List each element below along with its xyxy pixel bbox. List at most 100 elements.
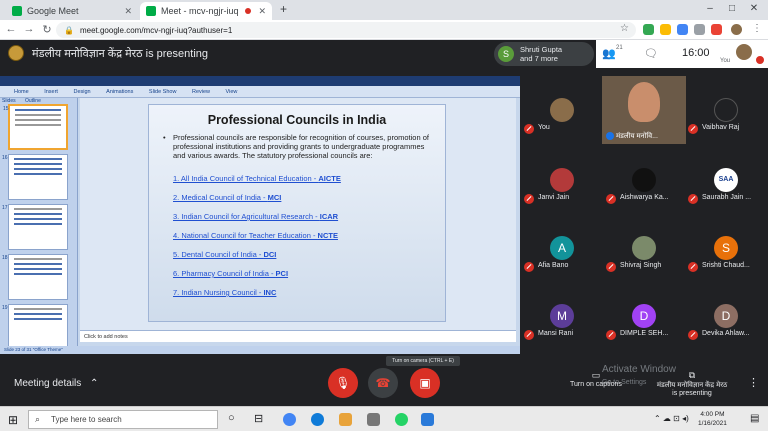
participant-avatar: D <box>714 304 738 328</box>
captions-button[interactable]: ▭ Turn on captions <box>570 370 622 388</box>
presenting-label: is presenting <box>672 390 712 397</box>
meeting-details-button[interactable]: Meeting details ⌃ <box>14 378 98 389</box>
participant-avatar: S <box>714 236 738 260</box>
address-bar[interactable]: 🔒 meet.google.com/mcv-ngjr-iuq?authuser=… <box>56 22 636 38</box>
tab-meet-active[interactable]: Meet - mcv-ngjr-iuq ✕ <box>140 2 272 20</box>
council-item[interactable]: 4. National Council for Teacher Educatio… <box>173 231 431 240</box>
mic-off-icon <box>524 330 534 340</box>
mic-toggle-button[interactable]: 🎙 <box>328 368 358 398</box>
extension-1-icon[interactable] <box>643 24 654 35</box>
minimize-icon[interactable]: – <box>700 3 720 14</box>
council-item[interactable]: 1. All India Council of Technical Educat… <box>173 174 431 183</box>
participant-avatar <box>714 98 738 122</box>
captions-icon: ▭ <box>591 370 601 380</box>
participant-tile[interactable]: Aishwarya Ka... <box>602 166 688 204</box>
cortana-icon[interactable]: ○ <box>228 412 235 424</box>
back-icon[interactable]: ← <box>4 23 18 35</box>
system-tray-icons[interactable]: ⌃ ☁ ⊡ ◂) <box>654 414 689 423</box>
clock-date: 1/16/2021 <box>698 420 727 427</box>
participant-avatar: M <box>550 304 574 328</box>
participant-name: Janvi Jain <box>538 194 570 201</box>
profile-avatar[interactable] <box>731 24 742 35</box>
ribbon-tab[interactable]: Home <box>14 86 29 98</box>
people-icon[interactable]: 👥 <box>602 47 616 60</box>
tab-google-meet[interactable]: Google Meet ✕ <box>6 2 138 20</box>
council-item[interactable]: 5. Dental Council of India - DCI <box>173 250 431 259</box>
bookmark-star-icon[interactable]: ☆ <box>620 23 629 34</box>
ribbon-tab[interactable]: Insert <box>44 86 58 98</box>
extension-2-icon[interactable] <box>660 24 671 35</box>
file-explorer-icon[interactable] <box>339 413 352 426</box>
ribbon-tab[interactable]: Design <box>74 86 91 98</box>
participant-tile[interactable]: You <box>520 96 606 134</box>
more-options-icon[interactable]: ⋮ <box>748 376 759 389</box>
extension-3-icon[interactable] <box>677 24 688 35</box>
participant-tile[interactable]: D DIMPLE SEH... <box>602 302 688 340</box>
mail-app-icon[interactable] <box>421 413 434 426</box>
participants-chip[interactable]: S Shruti Gupta and 7 more <box>494 42 594 66</box>
slide-thumbnail[interactable]: 16 <box>2 154 68 200</box>
slide-thumbnail[interactable]: 15 <box>3 104 68 150</box>
whatsapp-app-icon[interactable] <box>395 413 408 426</box>
chat-icon[interactable]: 🗨 <box>644 47 658 60</box>
extension-5-icon[interactable] <box>711 24 722 35</box>
presenter-video-tile[interactable]: मंडलीय मनोवि... <box>602 76 686 144</box>
ribbon-tab[interactable]: Review <box>192 86 210 98</box>
lock-icon: 🔒 <box>64 25 74 35</box>
leave-call-button[interactable]: ☎ <box>368 368 398 398</box>
notes-pane[interactable]: Click to add notes <box>80 330 516 342</box>
slide-thumbnail[interactable]: 19 <box>2 304 68 350</box>
tile-name: मंडलीय मनोवि... <box>616 133 658 140</box>
meeting-clock: 16:00 <box>682 47 710 59</box>
store-app-icon[interactable] <box>367 413 380 426</box>
reload-icon[interactable]: ↻ <box>40 23 54 36</box>
edge-app-icon[interactable] <box>311 413 324 426</box>
notifications-icon[interactable]: ▤ <box>750 413 759 424</box>
ppt-status-bar: Slide 23 of 31 "Office Theme" <box>0 346 520 354</box>
participant-tile[interactable]: Shivraj Singh <box>602 234 688 272</box>
council-item[interactable]: 2. Medical Council of India - MCI <box>173 193 431 202</box>
participant-avatar: D <box>632 304 656 328</box>
ppt-title-bar <box>0 76 520 86</box>
menu-dots-icon[interactable]: ⋮ <box>752 23 762 34</box>
mic-off-icon <box>688 194 698 204</box>
close-tab-icon[interactable]: ✕ <box>258 6 266 17</box>
council-item[interactable]: 7. Indian Nursing Council - INC <box>173 288 431 297</box>
council-item[interactable]: 3. Indian Council for Agricultural Resea… <box>173 212 431 221</box>
chrome-app-icon[interactable] <box>283 413 296 426</box>
extension-4-icon[interactable] <box>694 24 705 35</box>
participant-tile[interactable]: S Srishti Chaud... <box>684 234 768 272</box>
ribbon-tab[interactable]: View <box>226 86 238 98</box>
clock-time: 4:00 PM <box>700 411 725 418</box>
council-item[interactable]: 6. Pharmacy Council of India - PCI <box>173 269 431 278</box>
participant-name: You <box>538 124 550 131</box>
maximize-icon[interactable]: □ <box>722 3 742 14</box>
participant-tile[interactable]: M Mansi Rani <box>520 302 606 340</box>
present-now-button[interactable]: ⧉ मंडलीय मनोविज्ञान केंद्र मेरठ is prese… <box>650 370 734 397</box>
participant-name: Vaibhav Raj <box>702 124 740 131</box>
presenter-video <box>628 82 660 122</box>
ribbon-tab[interactable]: Animations <box>106 86 133 98</box>
slide-title: Professional Councils in India <box>207 113 387 127</box>
participant-tile[interactable]: A Afia Bano <box>520 234 606 272</box>
close-window-icon[interactable]: ✕ <box>744 3 764 14</box>
taskbar-search-input[interactable]: ⌕ Type here to search <box>28 410 218 429</box>
windows-start-icon[interactable]: ⊞ <box>8 413 18 427</box>
participant-tile[interactable]: Vaibhav Raj <box>684 96 768 134</box>
ppt-ribbon: Home Insert Design Animations Slide Show… <box>0 86 520 98</box>
participant-tile[interactable]: Janvi Jain <box>520 166 606 204</box>
participant-name: Srishti Chaud... <box>702 262 750 269</box>
slide-thumbnail[interactable]: 17 <box>2 204 68 250</box>
new-tab-button[interactable]: + <box>280 2 287 16</box>
taskbar-clock[interactable]: 4:00 PM 1/16/2021 <box>698 410 727 428</box>
participant-name: Afia Bano <box>538 262 569 269</box>
meet-favicon-icon <box>12 6 22 16</box>
camera-toggle-button[interactable]: ▣ <box>410 368 440 398</box>
task-view-icon[interactable]: ⊟ <box>254 412 263 425</box>
participant-tile[interactable]: D Devika Ahlaw... <box>684 302 768 340</box>
slide-thumbnail[interactable]: 18 <box>2 254 68 300</box>
forward-icon[interactable]: → <box>22 23 36 35</box>
participant-tile[interactable]: SAA Saurabh Jain ... <box>684 166 768 204</box>
ribbon-tab[interactable]: Slide Show <box>149 86 177 98</box>
close-tab-icon[interactable]: ✕ <box>124 6 132 17</box>
